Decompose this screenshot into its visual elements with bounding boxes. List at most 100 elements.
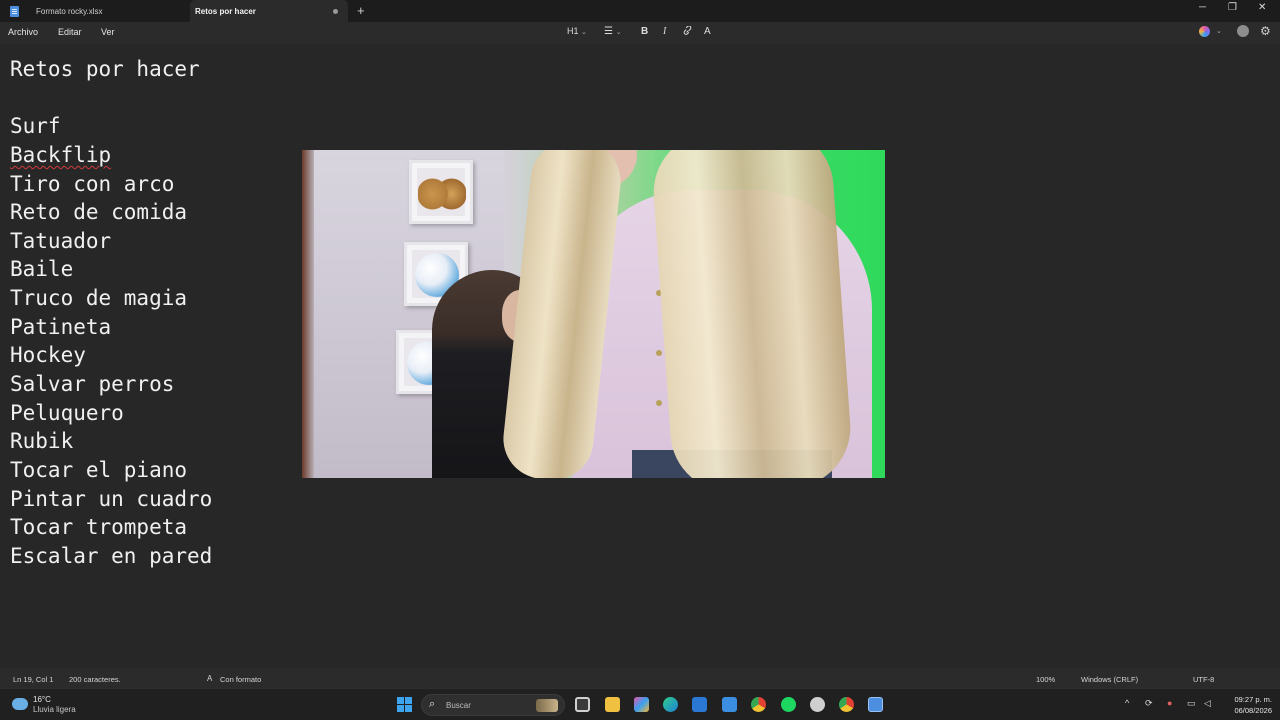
text-line[interactable]: Reto de comida bbox=[10, 198, 212, 227]
restore-button[interactable]: ❐ bbox=[1228, 2, 1237, 13]
weather-icon[interactable] bbox=[12, 698, 28, 710]
microphone-icon[interactable]: ● bbox=[1167, 698, 1172, 708]
text-line[interactable]: Salvar perros bbox=[10, 370, 212, 399]
text-line-content: Pintar un cuadro bbox=[10, 486, 213, 511]
encoding[interactable]: UTF-8 bbox=[1193, 675, 1214, 684]
task-view-icon[interactable] bbox=[575, 697, 590, 712]
text-line[interactable]: Truco de magia bbox=[10, 284, 212, 313]
status-bar: Ln 19, Col 1 200 caracteres. A Con forma… bbox=[0, 668, 1280, 688]
text-line[interactable]: Escalar en pared bbox=[10, 542, 212, 571]
new-tab-button[interactable]: + bbox=[357, 3, 365, 18]
text-line-content: Truco de magia bbox=[10, 286, 188, 311]
text-line[interactable]: Retos por hacer bbox=[10, 55, 212, 84]
minimize-button[interactable]: ─ bbox=[1199, 2, 1206, 13]
text-line-content: Salvar perros bbox=[10, 372, 175, 397]
text-line[interactable] bbox=[10, 84, 212, 113]
weather-desc: Lluvia ligera bbox=[33, 705, 76, 714]
chevron-down-icon: ⌄ bbox=[581, 29, 587, 36]
webcam-overlay bbox=[302, 150, 885, 478]
link-icon bbox=[683, 25, 692, 35]
text-line[interactable]: Surf bbox=[10, 112, 212, 141]
text-line[interactable]: Tocar el piano bbox=[10, 456, 212, 485]
text-line-content: Retos por hacer bbox=[10, 57, 200, 81]
remote-desktop-icon[interactable] bbox=[722, 697, 737, 712]
menu-bar: Archivo Editar Ver H1 ⌄ ☰ ⌄ B I A ⌄ bbox=[0, 22, 1280, 44]
text-line-content: Surf bbox=[10, 114, 61, 139]
taskbar: 16°C Lluvia ligera ⌕ Buscar ^ ⟳ ● ▭ ◁ 09… bbox=[0, 688, 1280, 720]
zoom-level[interactable]: 100% bbox=[1036, 675, 1055, 684]
text-line-content: Backflip bbox=[10, 142, 112, 167]
text-line[interactable]: Tiro con arco bbox=[10, 170, 212, 199]
file-explorer-icon[interactable] bbox=[605, 697, 620, 712]
text-line-content: Rubik bbox=[10, 429, 74, 454]
list-icon: ☰ bbox=[604, 26, 613, 37]
text-line[interactable]: Peluquero bbox=[10, 399, 212, 428]
text-line[interactable]: Tocar trompeta bbox=[10, 513, 212, 542]
settings-gear-icon[interactable]: ⚙ bbox=[1260, 24, 1271, 38]
weather-temp: 16°C bbox=[33, 695, 51, 704]
text-line-content: Escalar en pared bbox=[10, 543, 213, 568]
cursor-position: Ln 19, Col 1 bbox=[13, 675, 54, 684]
clear-formatting-button[interactable]: A bbox=[704, 26, 711, 37]
text-line-content: Tatuador bbox=[10, 228, 112, 253]
italic-button[interactable]: I bbox=[663, 26, 666, 37]
search-placeholder: Buscar bbox=[446, 701, 471, 710]
notepad-icon bbox=[10, 5, 19, 17]
text-line-content: Hockey bbox=[10, 343, 86, 368]
chrome-icon[interactable] bbox=[839, 697, 854, 712]
search-highlight-image bbox=[536, 699, 558, 712]
chevron-down-icon[interactable]: ⌄ bbox=[1216, 27, 1222, 35]
text-line[interactable]: Rubik bbox=[10, 427, 212, 456]
list-dropdown[interactable]: ☰ ⌄ bbox=[604, 26, 622, 37]
steam-icon[interactable] bbox=[810, 697, 825, 712]
tab-label: Formato rocky.xlsx bbox=[36, 6, 103, 16]
tab-formato-rocky[interactable]: Formato rocky.xlsx bbox=[0, 0, 190, 22]
taskbar-search[interactable]: ⌕ Buscar bbox=[421, 694, 565, 716]
weather-widget[interactable]: 16°C Lluvia ligera bbox=[33, 695, 76, 715]
format-mode[interactable]: Con formato bbox=[220, 675, 261, 684]
link-button[interactable] bbox=[682, 25, 693, 39]
close-button[interactable]: ✕ bbox=[1258, 2, 1266, 13]
search-icon: ⌕ bbox=[429, 698, 436, 710]
spotify-icon[interactable] bbox=[781, 697, 796, 712]
copilot-icon[interactable] bbox=[1199, 26, 1210, 37]
chevron-up-icon[interactable]: ^ bbox=[1125, 698, 1129, 708]
copilot-app-icon[interactable] bbox=[634, 697, 649, 712]
account-avatar-icon[interactable] bbox=[1237, 25, 1249, 37]
menu-archivo[interactable]: Archivo bbox=[8, 27, 38, 37]
unsaved-dot-icon[interactable] bbox=[333, 9, 338, 14]
bold-button[interactable]: B bbox=[641, 26, 648, 37]
chevron-down-icon: ⌄ bbox=[615, 29, 622, 36]
menu-ver[interactable]: Ver bbox=[101, 27, 115, 37]
text-line[interactable]: Patineta bbox=[10, 313, 212, 342]
sync-icon[interactable]: ⟳ bbox=[1145, 698, 1153, 709]
windows-start-icon[interactable] bbox=[397, 697, 412, 712]
document-text[interactable]: Retos por hacer Surf Backflip Tiro con arco… bbox=[10, 55, 212, 571]
edge-icon[interactable] bbox=[663, 697, 678, 712]
text-line[interactable]: Hockey bbox=[10, 341, 212, 370]
store-icon[interactable] bbox=[692, 697, 707, 712]
chrome-icon[interactable] bbox=[751, 697, 766, 712]
menu-editar[interactable]: Editar bbox=[58, 27, 82, 37]
hair-strand bbox=[649, 150, 855, 478]
tab-retos-por-hacer[interactable]: Retos por hacer bbox=[190, 0, 348, 22]
text-line-content: Peluquero bbox=[10, 400, 124, 425]
text-line[interactable]: Backflip bbox=[10, 141, 212, 170]
text-line[interactable]: Baile bbox=[10, 255, 212, 284]
text-line-content: Reto de comida bbox=[10, 200, 188, 225]
text-line[interactable]: Tatuador bbox=[10, 227, 212, 256]
tab-label: Retos por hacer bbox=[195, 6, 256, 16]
display-icon[interactable]: ▭ bbox=[1187, 698, 1196, 709]
clear-formatting-icon: A bbox=[704, 26, 711, 37]
text-line-content: Baile bbox=[10, 257, 74, 282]
title-bar: Formato rocky.xlsx Retos por hacer + ─ ❐… bbox=[0, 0, 1280, 22]
text-line-content: Tocar el piano bbox=[10, 457, 188, 482]
line-ending[interactable]: Windows (CRLF) bbox=[1081, 675, 1138, 684]
heading-dropdown[interactable]: H1 ⌄ bbox=[567, 26, 587, 36]
shelf-cube bbox=[409, 160, 473, 224]
notepad-icon[interactable] bbox=[868, 697, 883, 712]
volume-icon[interactable]: ◁ bbox=[1204, 698, 1211, 709]
text-line-content: Tiro con arco bbox=[10, 171, 175, 196]
text-line[interactable]: Pintar un cuadro bbox=[10, 485, 212, 514]
clock[interactable]: 09:27 p. m. 06/08/2026 bbox=[1222, 694, 1272, 716]
